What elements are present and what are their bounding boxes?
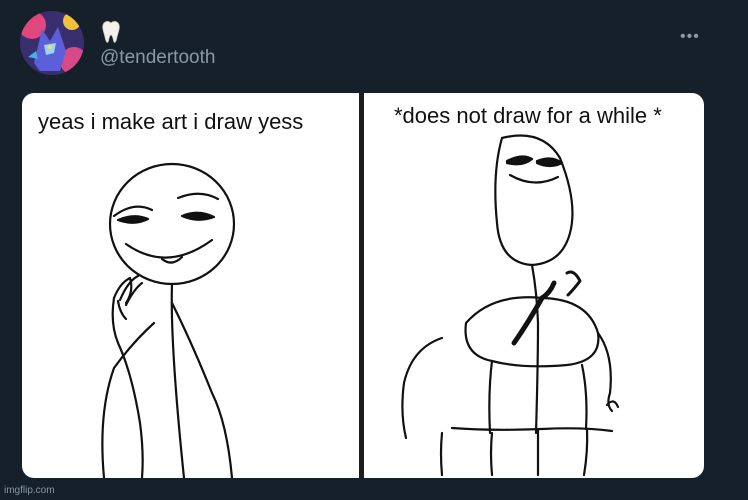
user-handle[interactable]: @tendertooth xyxy=(100,47,215,69)
right-panel-caption: *does not draw for a while * xyxy=(394,103,662,128)
left-panel-caption: yeas i make art i draw yess xyxy=(38,109,304,134)
tweet-image[interactable]: yeas i make art i draw yess *does not dr… xyxy=(22,93,704,478)
avatar[interactable] xyxy=(20,11,84,75)
more-options-button[interactable]: ••• xyxy=(680,28,700,46)
avatar-image xyxy=(20,11,84,75)
watermark-text: imgflip.com xyxy=(4,485,55,496)
left-figure xyxy=(101,162,236,478)
tooth-icon xyxy=(101,20,121,44)
right-figure xyxy=(401,134,620,477)
panel-divider xyxy=(359,93,364,478)
